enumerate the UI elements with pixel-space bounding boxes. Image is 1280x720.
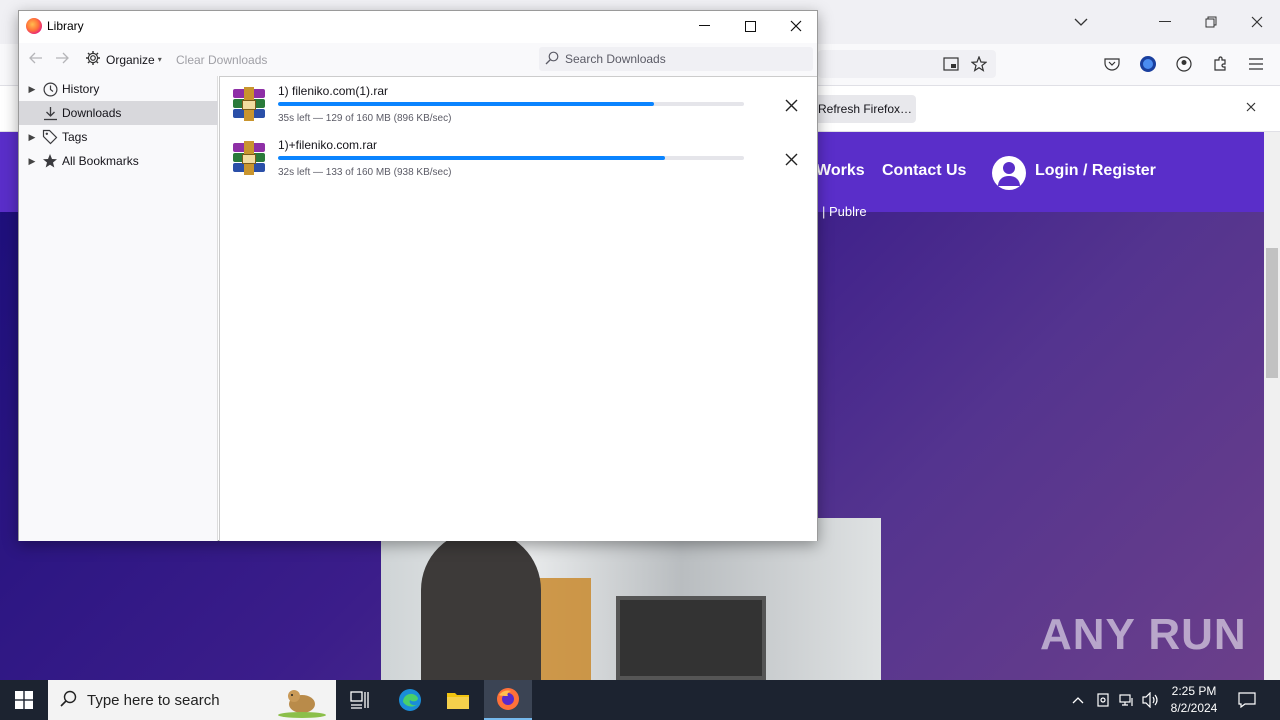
rar-archive-icon <box>232 141 266 175</box>
task-view-button[interactable] <box>336 680 384 720</box>
clock-time: 2:25 PM <box>1171 684 1217 698</box>
edge-browser-button[interactable] <box>386 680 434 720</box>
taskbar-search-box[interactable] <box>48 680 336 720</box>
sidebar-item-history[interactable]: ▶ History <box>19 77 218 101</box>
bookmark-star-icon[interactable] <box>969 54 989 74</box>
cancel-download-icon[interactable] <box>780 94 802 116</box>
back-arrow-icon[interactable] <box>27 49 45 67</box>
firefox-taskbar-button[interactable] <box>484 680 532 720</box>
clear-downloads-button[interactable]: Clear Downloads <box>176 53 267 67</box>
taskbar-clock[interactable]: 2:25 PM 8/2/2024 <box>1166 683 1222 717</box>
start-button[interactable] <box>0 680 48 720</box>
forward-arrow-icon[interactable] <box>53 49 71 67</box>
photo-monitor <box>616 596 766 680</box>
extensions-puzzle-icon[interactable] <box>1210 54 1230 74</box>
download-status: 32s left — 133 of 160 MB (938 KB/sec) <box>278 167 452 178</box>
browser-minimize-button[interactable] <box>1142 8 1188 36</box>
tray-device-icon[interactable] <box>1093 690 1113 710</box>
search-downloads-input[interactable] <box>565 52 805 66</box>
download-item[interactable]: 1)+fileniko.com.rar 32s left — 133 of 16… <box>220 131 817 185</box>
tag-icon <box>42 129 58 145</box>
organize-button[interactable]: Organize ▾ <box>85 50 162 69</box>
expand-chevron-icon[interactable]: ▶ <box>25 84 39 95</box>
close-button[interactable] <box>773 11 819 41</box>
file-explorer-button[interactable] <box>434 680 482 720</box>
library-titlebar: Library <box>19 11 817 43</box>
search-highlight-illustration-icon <box>278 690 326 718</box>
chevron-down-icon: ▾ <box>157 55 162 64</box>
network-icon[interactable] <box>1117 690 1137 710</box>
search-icon <box>60 690 77 710</box>
browser-close-button[interactable] <box>1234 8 1280 36</box>
search-icon <box>545 51 559 68</box>
sidebar-item-downloads[interactable]: Downloads <box>19 101 218 125</box>
taskbar-search-input[interactable] <box>87 691 257 709</box>
cancel-download-icon[interactable] <box>780 148 802 170</box>
rar-archive-icon <box>232 87 266 121</box>
page-scrollbar-thumb[interactable] <box>1266 248 1278 378</box>
sidebar-item-tags[interactable]: ▶ Tags <box>19 125 218 149</box>
search-downloads-field[interactable] <box>539 47 813 71</box>
sidebar-item-label: All Bookmarks <box>62 154 139 168</box>
account-icon[interactable] <box>1174 54 1194 74</box>
extension-blue-icon[interactable] <box>1138 54 1158 74</box>
gear-icon <box>85 50 101 69</box>
refresh-firefox-button[interactable]: Refresh Firefox… <box>812 95 916 123</box>
sidebar-item-all-bookmarks[interactable]: ▶ All Bookmarks <box>19 149 218 173</box>
download-progress-fill <box>278 102 654 106</box>
nav-link-works[interactable]: Works <box>816 162 865 180</box>
tab-list-chevron-icon[interactable] <box>1058 8 1104 36</box>
nav-link-contact[interactable]: Contact Us <box>882 162 966 180</box>
windows-logo-icon <box>15 691 33 709</box>
edge-icon <box>399 689 421 711</box>
download-progress-bar <box>278 156 744 160</box>
organize-label: Organize <box>106 52 155 67</box>
download-progress-bar <box>278 102 744 106</box>
tray-chevron-up-icon[interactable] <box>1068 690 1088 710</box>
expand-chevron-icon[interactable]: ▶ <box>25 132 39 143</box>
hero-photo <box>381 518 881 680</box>
page-scrollbar[interactable] <box>1264 132 1280 680</box>
download-filename: 1) fileniko.com(1).rar <box>278 84 389 98</box>
clock-icon <box>42 81 58 97</box>
anyrun-watermark: ANY RUN <box>1040 610 1247 659</box>
download-filename: 1)+fileniko.com.rar <box>278 138 378 152</box>
downloads-list: 1) fileniko.com(1).rar 35s left — 129 of… <box>219 76 817 541</box>
task-view-icon <box>350 691 369 709</box>
download-item[interactable]: 1) fileniko.com(1).rar 35s left — 129 of… <box>220 77 817 131</box>
download-status: 35s left — 129 of 160 MB (896 KB/sec) <box>278 113 452 124</box>
window-title: Library <box>47 19 84 33</box>
hamburger-menu-icon[interactable] <box>1246 54 1266 74</box>
library-sidebar: ▶ History Downloads ▶ Tags ▶ All Bookmar… <box>19 76 218 541</box>
windows-taskbar: 2:25 PM 8/2/2024 <box>0 680 1280 720</box>
expand-chevron-icon[interactable]: ▶ <box>25 156 39 167</box>
login-register-link[interactable]: Login / Register <box>1035 162 1156 180</box>
browser-restore-button[interactable] <box>1188 8 1234 36</box>
page-subtext: | Publre <box>822 204 867 219</box>
notification-close-icon[interactable] <box>1246 99 1256 115</box>
download-icon <box>42 105 58 121</box>
picture-in-picture-icon[interactable] <box>941 54 961 74</box>
minimize-button[interactable] <box>681 11 727 41</box>
firefox-logo-icon <box>26 18 42 34</box>
download-progress-fill <box>278 156 666 160</box>
folder-icon <box>447 693 469 709</box>
pocket-icon[interactable] <box>1102 54 1122 74</box>
photo-person <box>421 530 541 680</box>
library-window: Library Organize ▾ Clear Downloads ▶ <box>18 10 818 541</box>
clock-date: 8/2/2024 <box>1170 701 1218 715</box>
notification-center-icon[interactable] <box>1237 690 1257 710</box>
user-avatar-icon[interactable] <box>992 156 1026 190</box>
star-icon <box>42 153 58 169</box>
maximize-button[interactable] <box>727 11 773 41</box>
firefox-icon <box>497 688 519 710</box>
sidebar-item-label: History <box>62 82 100 96</box>
sidebar-item-label: Downloads <box>62 106 122 120</box>
sidebar-item-label: Tags <box>62 130 88 144</box>
volume-icon[interactable] <box>1141 690 1161 710</box>
